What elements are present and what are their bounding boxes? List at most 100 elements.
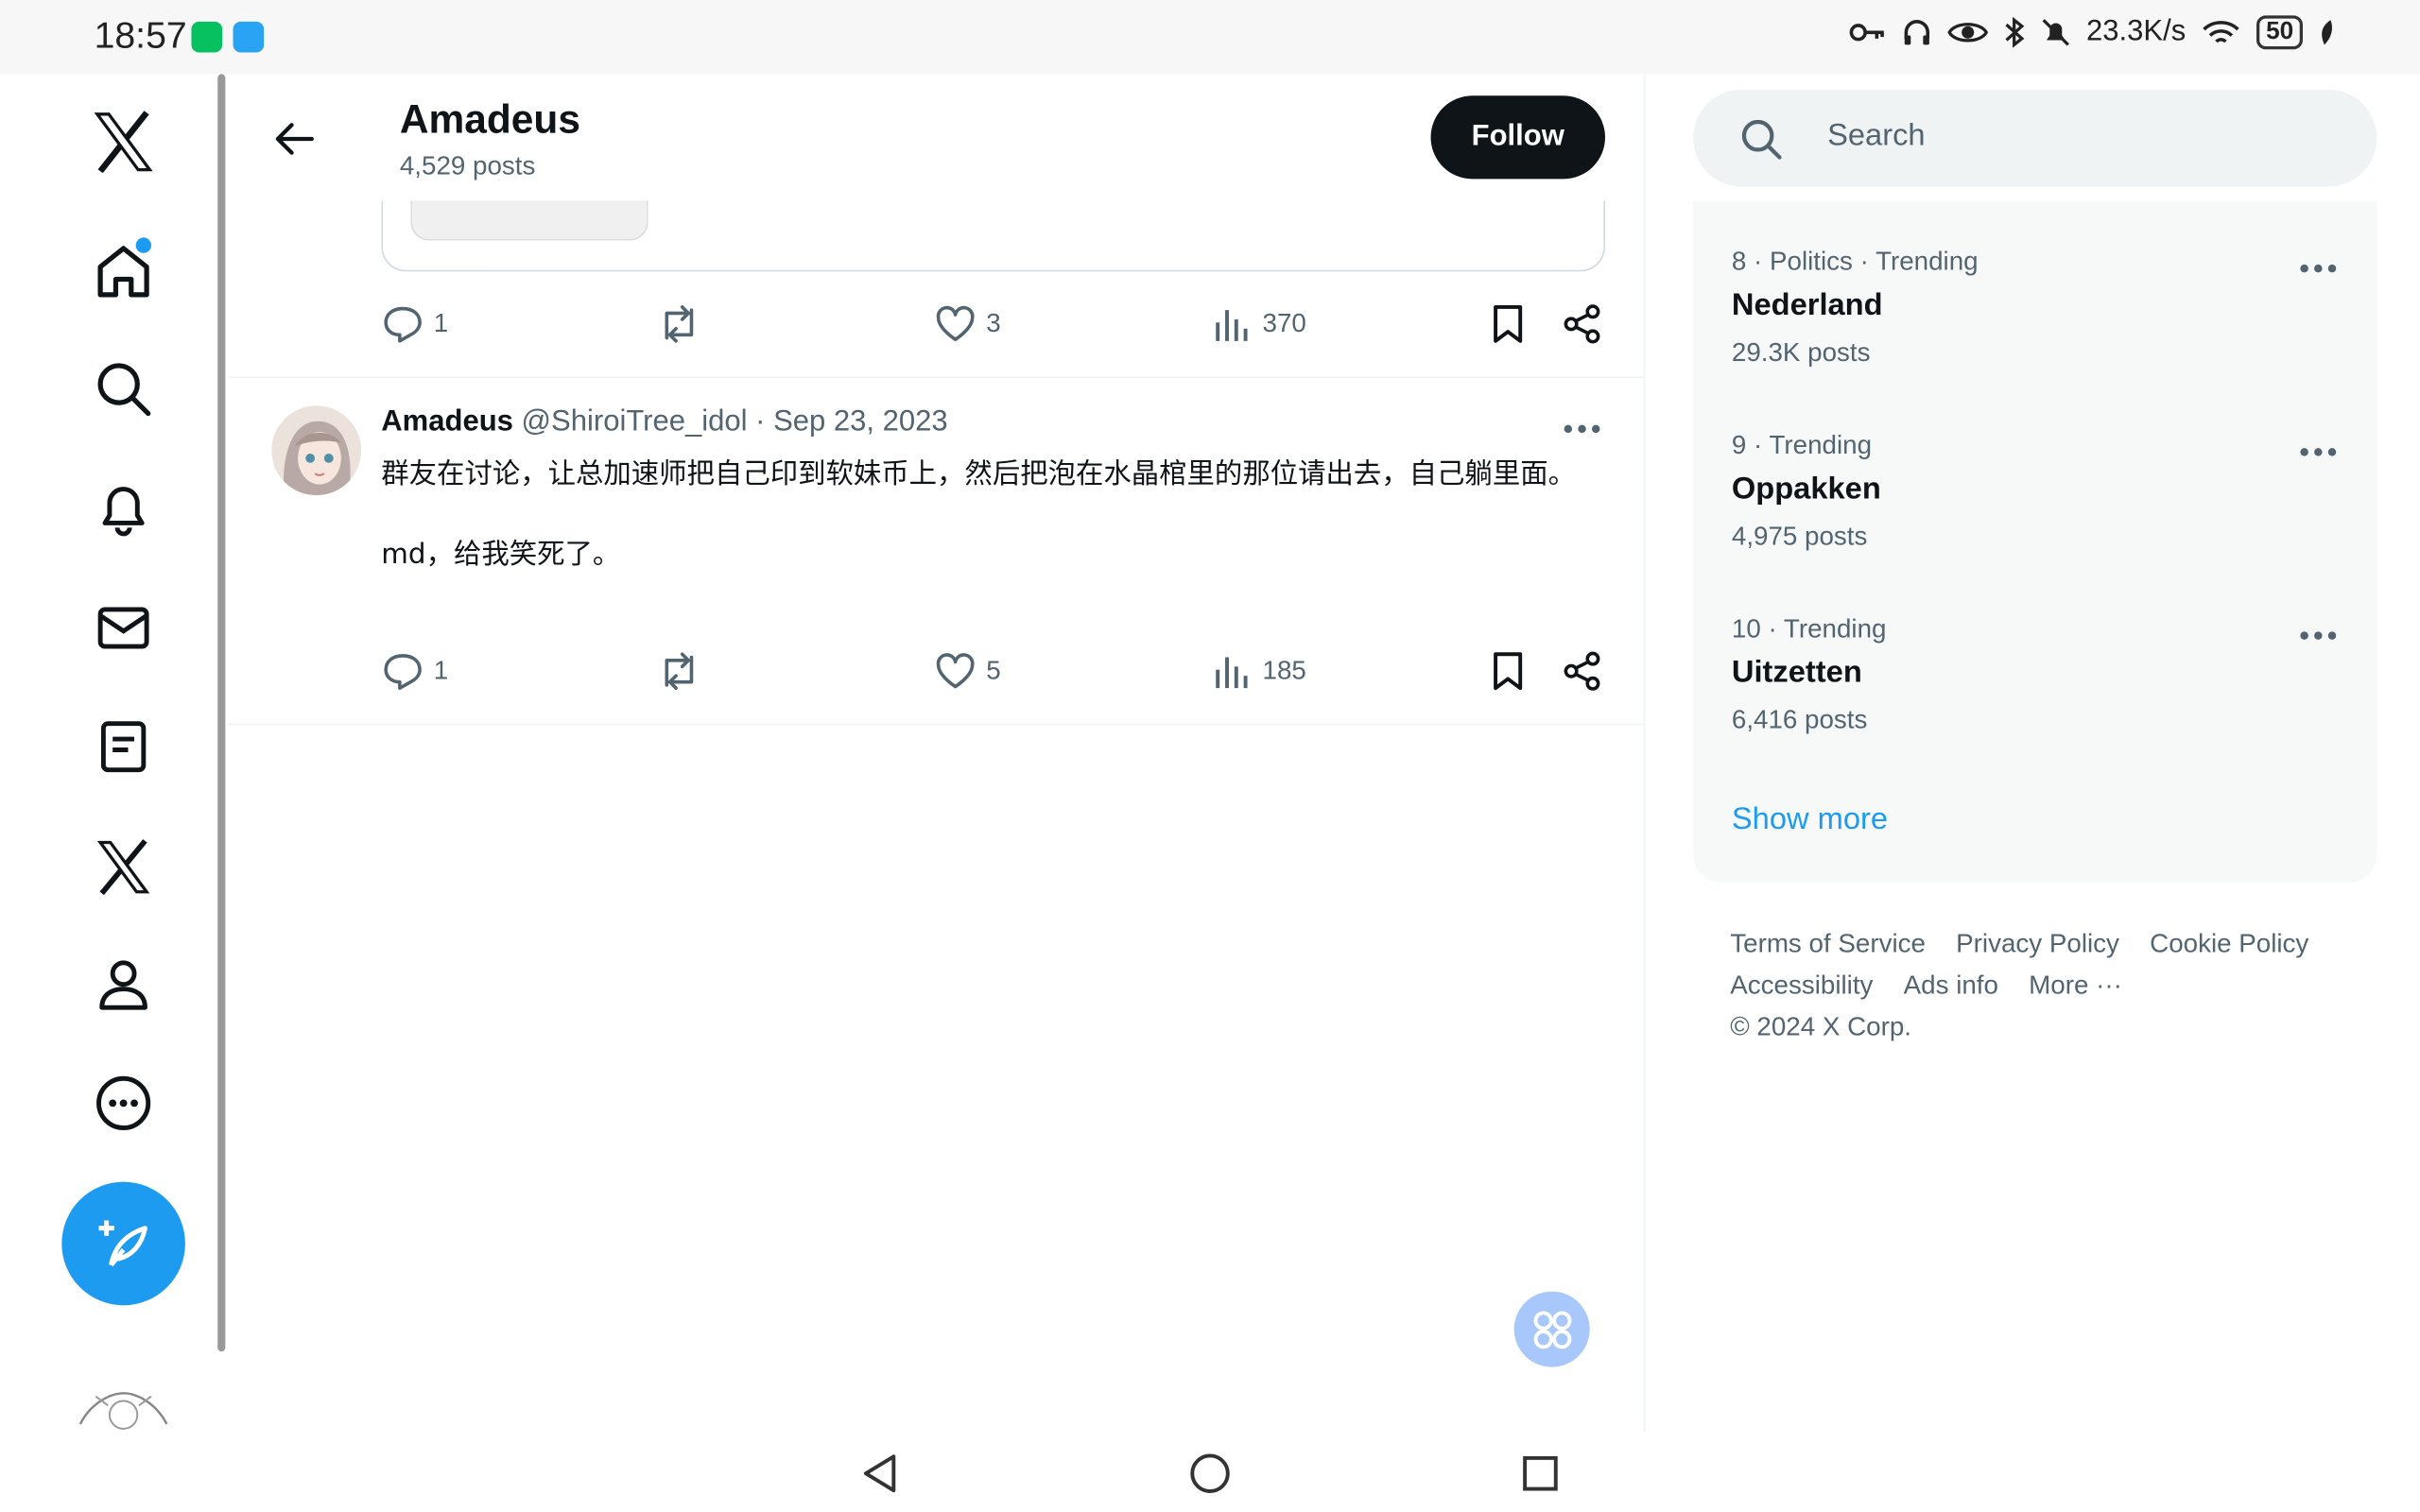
tweet-divider bbox=[228, 723, 1644, 726]
square-recents-icon bbox=[1523, 1455, 1558, 1491]
nav-x-logo[interactable] bbox=[86, 105, 160, 179]
trend-count: 29.3K posts bbox=[1731, 337, 1871, 368]
left-navigation bbox=[0, 74, 229, 1432]
trend-more-button[interactable] bbox=[2295, 437, 2342, 468]
reply-button[interactable]: 1 bbox=[381, 301, 448, 347]
like-button[interactable]: 5 bbox=[934, 648, 1001, 695]
cloud-app-icon bbox=[233, 21, 265, 53]
system-back-button[interactable] bbox=[856, 1451, 903, 1497]
footer-copyright: © 2024 X Corp. bbox=[1730, 1012, 1911, 1042]
prev-tweet-actions: 1 3 370 bbox=[381, 301, 1605, 347]
search-bar[interactable]: Search bbox=[1693, 89, 2377, 187]
tweet-avatar[interactable] bbox=[271, 405, 362, 496]
trends-panel: 8 · Politics · Trending Nederland 29.3K … bbox=[1693, 200, 2377, 883]
bookmark-button[interactable] bbox=[1490, 648, 1527, 695]
headphones-icon bbox=[1904, 20, 1929, 45]
tweet-handle-date[interactable]: @ShiroiTree_idol · Sep 23, 2023 bbox=[522, 405, 948, 438]
footer-more-link[interactable]: More ··· bbox=[2029, 964, 2122, 1005]
nav-premium[interactable] bbox=[86, 830, 160, 903]
system-home-button[interactable] bbox=[1187, 1451, 1234, 1497]
footer-links: Terms of Service Privacy Policy Cookie P… bbox=[1730, 922, 2378, 1047]
bookmark-button[interactable] bbox=[1490, 301, 1527, 347]
tweet-more-button[interactable] bbox=[1559, 410, 1605, 447]
nav-notifications[interactable] bbox=[86, 472, 160, 546]
x-logo-icon bbox=[94, 111, 153, 173]
nav-home[interactable] bbox=[86, 234, 160, 308]
trend-more-button[interactable] bbox=[2295, 253, 2342, 284]
share-button[interactable] bbox=[1561, 301, 1604, 347]
bookmark-icon bbox=[1494, 304, 1523, 343]
trend-context: 9 · Trending bbox=[1731, 430, 1873, 460]
system-recents-button[interactable] bbox=[1517, 1451, 1564, 1497]
tweet-divider bbox=[228, 376, 1644, 379]
key-icon bbox=[1849, 24, 1884, 42]
view-count: 370 bbox=[1262, 308, 1306, 338]
tweet-blank-line bbox=[381, 495, 1600, 535]
more-dots-icon bbox=[2300, 264, 2337, 273]
scrollbar[interactable] bbox=[217, 74, 226, 1352]
footer-accessibility-link[interactable]: Accessibility bbox=[1730, 964, 1873, 1005]
reply-button[interactable]: 1 bbox=[381, 648, 448, 695]
search-icon bbox=[97, 363, 151, 417]
more-dots-icon bbox=[2300, 448, 2337, 456]
footer-cookie-link[interactable]: Cookie Policy bbox=[2150, 922, 2308, 964]
account-avatar[interactable] bbox=[74, 1378, 172, 1432]
trend-more-button[interactable] bbox=[2295, 620, 2342, 651]
more-dots-icon bbox=[2300, 631, 2337, 640]
views-button[interactable]: 370 bbox=[1213, 301, 1306, 347]
grid-icon bbox=[1532, 1310, 1571, 1349]
footer-ads-link[interactable]: Ads info bbox=[1904, 964, 1998, 1005]
list-icon bbox=[100, 721, 147, 773]
nav-more[interactable] bbox=[86, 1066, 160, 1140]
status-bar: 18:57 23.3K/s 50 bbox=[0, 0, 2420, 75]
circle-home-icon bbox=[1190, 1453, 1230, 1493]
trend-count: 6,416 posts bbox=[1731, 705, 1868, 735]
media-thumbnail[interactable] bbox=[410, 200, 648, 241]
tweet-body: 群友在讨论，让总加速师把自己印到软妹币上，然后把泡在水晶棺里的那位请出去，自己躺… bbox=[381, 455, 1600, 576]
footer-terms-link[interactable]: Terms of Service bbox=[1730, 922, 1926, 964]
net-speed: 23.3K/s bbox=[2086, 15, 2187, 48]
nav-messages[interactable] bbox=[86, 591, 160, 664]
profile-title: Amadeus bbox=[399, 95, 580, 143]
views-button[interactable]: 185 bbox=[1213, 648, 1306, 695]
nav-explore[interactable] bbox=[86, 352, 160, 425]
like-count: 3 bbox=[986, 308, 1001, 338]
compose-button[interactable] bbox=[61, 1181, 185, 1306]
x-premium-icon bbox=[96, 839, 150, 895]
bell-icon bbox=[102, 487, 145, 537]
embedded-media-card[interactable] bbox=[381, 200, 1606, 272]
back-button[interactable] bbox=[263, 108, 324, 169]
heart-icon bbox=[936, 653, 975, 689]
share-button[interactable] bbox=[1561, 648, 1604, 695]
tweet-text-paragraph-2: md，给我笑死了。 bbox=[381, 538, 621, 572]
floating-grid-button[interactable] bbox=[1513, 1291, 1590, 1367]
repost-button[interactable] bbox=[656, 648, 702, 695]
repost-icon bbox=[665, 305, 694, 343]
wifi-icon bbox=[2203, 21, 2239, 43]
search-input[interactable]: Search bbox=[1827, 119, 1925, 155]
like-button[interactable]: 3 bbox=[934, 301, 1001, 347]
trend-item[interactable]: 9 · Trending Oppakken 4,975 posts bbox=[1732, 431, 2349, 553]
tweet-author-name[interactable]: Amadeus bbox=[381, 405, 513, 438]
feather-plus-icon bbox=[98, 1220, 147, 1267]
heart-icon bbox=[936, 305, 975, 341]
tweet-actions: 1 5 185 bbox=[381, 648, 1605, 695]
repost-button[interactable] bbox=[656, 301, 702, 347]
trend-topic: Uitzetten bbox=[1731, 655, 1862, 690]
status-time: 18:57 bbox=[94, 15, 187, 58]
trend-context: 8 · Politics · Trending bbox=[1731, 247, 1979, 277]
profile-icon bbox=[99, 960, 147, 1010]
tweet-header: Amadeus @ShiroiTree_idol · Sep 23, 2023 bbox=[381, 405, 947, 439]
footer-privacy-link[interactable]: Privacy Policy bbox=[1956, 922, 2119, 964]
reply-count: 1 bbox=[433, 655, 449, 685]
reply-icon bbox=[384, 306, 422, 343]
notification-dot bbox=[135, 237, 152, 253]
follow-button[interactable]: Follow bbox=[1430, 95, 1606, 180]
nav-lists[interactable] bbox=[86, 710, 160, 783]
show-more-link[interactable]: Show more bbox=[1732, 802, 1888, 838]
anime-avatar-icon bbox=[271, 405, 362, 496]
trend-item[interactable]: 8 · Politics · Trending Nederland 29.3K … bbox=[1732, 247, 2349, 369]
views-chart-icon bbox=[1216, 310, 1248, 341]
trend-item[interactable]: 10 · Trending Uitzetten 6,416 posts bbox=[1732, 614, 2349, 736]
nav-profile[interactable] bbox=[86, 947, 160, 1021]
